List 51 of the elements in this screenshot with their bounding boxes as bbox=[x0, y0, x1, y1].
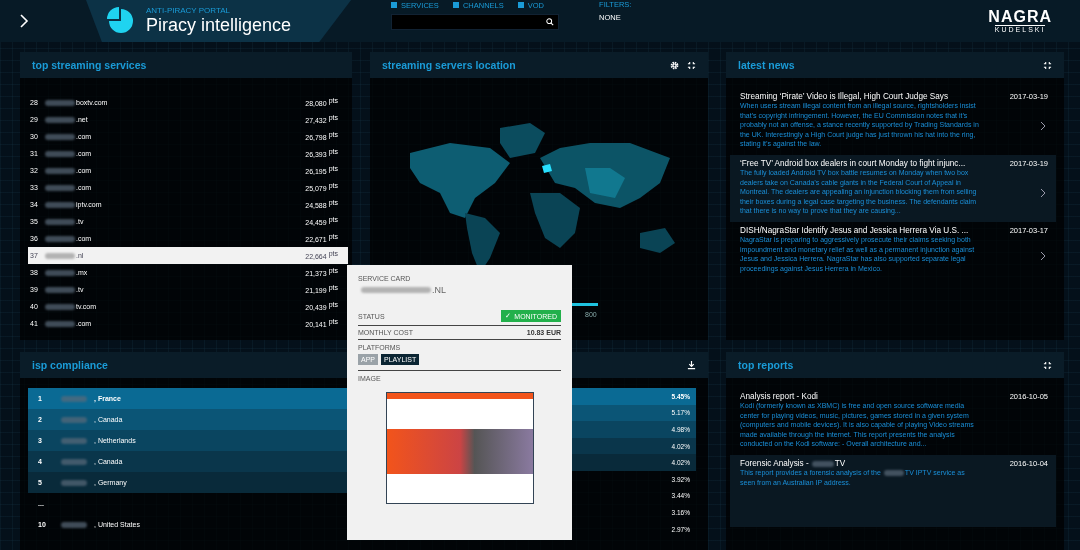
redacted-block bbox=[45, 269, 75, 276]
chevron-right-icon[interactable] bbox=[1040, 188, 1046, 199]
redacted-block bbox=[361, 287, 431, 293]
legend-bar bbox=[570, 303, 598, 306]
pie-chart-icon bbox=[106, 6, 136, 36]
redacted-block bbox=[61, 521, 87, 528]
redacted-block bbox=[61, 458, 87, 465]
news-title: Streaming ‘Pirate’ Video is Illegal, High Court Judge Says bbox=[740, 92, 949, 101]
redacted-block bbox=[45, 235, 75, 242]
app-title: Piracy intelligence bbox=[146, 15, 292, 36]
news-title: DISH/NagraStar Identify Jesus and Jessica Herrera Via U.S. ... bbox=[740, 225, 970, 235]
search-icon[interactable] bbox=[546, 18, 555, 26]
chevron-right-icon[interactable] bbox=[18, 13, 30, 29]
redacted-block bbox=[45, 99, 75, 106]
panel-title: isp compliance bbox=[32, 359, 108, 371]
service-name: .NL bbox=[432, 285, 446, 295]
brand-logo: NAGRA bbox=[988, 9, 1052, 25]
search-field[interactable] bbox=[391, 14, 560, 30]
redacted-block bbox=[45, 252, 75, 259]
redacted-block bbox=[45, 150, 75, 157]
redacted-block bbox=[45, 167, 75, 174]
settings-icon[interactable] bbox=[670, 60, 679, 70]
redacted-block bbox=[883, 470, 904, 477]
redacted-block bbox=[45, 303, 75, 310]
collapse-icon[interactable] bbox=[687, 60, 696, 70]
redacted-block bbox=[811, 460, 834, 467]
redacted-block bbox=[45, 320, 75, 327]
panel-title: top streaming services bbox=[32, 59, 147, 71]
redacted-block bbox=[61, 479, 87, 486]
chevron-right-icon[interactable] bbox=[1040, 250, 1046, 261]
redacted-block bbox=[45, 184, 75, 191]
redacted-block bbox=[45, 218, 75, 225]
redacted-block bbox=[45, 286, 75, 293]
download-icon[interactable] bbox=[687, 360, 696, 370]
redacted-block bbox=[61, 416, 87, 423]
report-title: Analysis report - Kodi bbox=[740, 392, 819, 401]
redacted-block bbox=[45, 116, 75, 123]
redacted-block bbox=[45, 133, 75, 140]
redacted-block bbox=[61, 437, 87, 444]
redacted-block bbox=[61, 395, 87, 402]
redacted-block bbox=[45, 201, 75, 208]
news-item[interactable] bbox=[730, 154, 1056, 222]
collapse-icon[interactable] bbox=[1043, 60, 1052, 70]
news-title: ‘Free TV’ Android box dealers in court Monday to fight injunc... bbox=[740, 158, 967, 168]
panel-title: latest news bbox=[738, 59, 795, 71]
collapse-icon[interactable] bbox=[1043, 360, 1052, 370]
chevron-right-icon[interactable] bbox=[1040, 121, 1046, 132]
portal-label: ANTI-PIRACY PORTAL bbox=[146, 6, 232, 15]
panel-title: top reports bbox=[738, 359, 794, 371]
panel-title: streaming servers location bbox=[382, 59, 516, 71]
report-title: Forensic Analysis - TV bbox=[740, 458, 847, 468]
